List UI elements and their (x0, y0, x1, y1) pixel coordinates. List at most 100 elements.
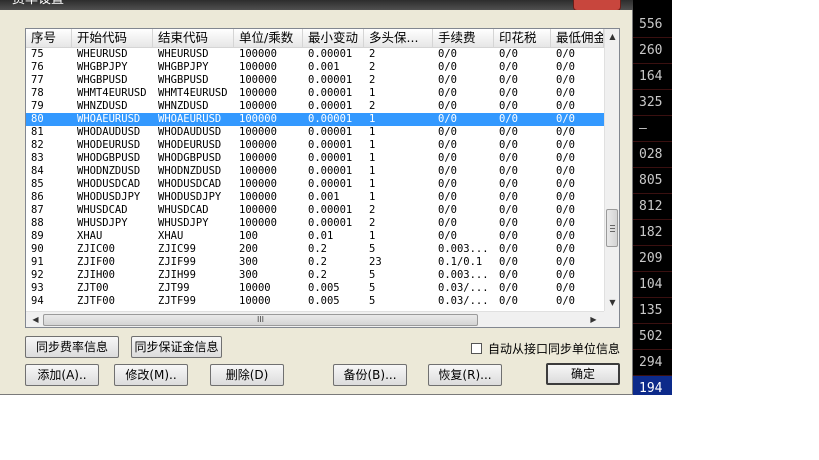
sync-fee-button[interactable]: 同步费率信息 (25, 336, 119, 358)
table-cell: 0.03/... (438, 282, 489, 294)
sync-margin-button[interactable]: 同步保证金信息 (131, 336, 222, 358)
table-cell: 0/0 (438, 87, 457, 99)
table-cell: WHODUSDJPY (158, 191, 222, 203)
fee-settings-dialog: 费率设置 序号开始代码结束代码单位/乘数最小变动多头保...手续费印花税最低佣金… (0, 0, 633, 395)
table-cell: 5 (369, 295, 376, 307)
background-quote-value: 294 (633, 350, 672, 376)
table-cell: WHODUSDCAD (158, 178, 222, 190)
column-header[interactable]: 多头保... (364, 29, 433, 47)
table-cell: 100000 (239, 217, 277, 229)
table-row[interactable]: 89 XHAU XHAU 100 0.01 1 0/0 0/0 0/0 (26, 230, 604, 243)
table-row[interactable]: 90 ZJIC00 ZJIC99 200 0.2 5 0.003... 0/0 0/0 (26, 243, 604, 256)
background-quote-value: 164 (633, 64, 672, 90)
vertical-scrollbar[interactable]: ▲ ▼ (604, 29, 619, 311)
table-cell: 0/0 (556, 230, 575, 242)
background-quote-value: 135 (633, 298, 672, 324)
table-row[interactable]: 94 ZJTF00 ZJTF99 10000 0.005 5 0.03/... 0/0 0/0 (26, 295, 604, 308)
delete-button[interactable]: 删除(D) (210, 364, 284, 386)
horizontal-scrollbar[interactable]: ◀ III ▶ (26, 311, 604, 327)
column-header[interactable]: 结束代码 (153, 29, 234, 47)
table-row[interactable]: 75 WHEURUSD WHEURUSD 100000 0.00001 2 0/0 0/0 0/… (26, 48, 604, 61)
table-cell: 84 (31, 165, 44, 177)
table-cell: 0/0 (438, 152, 457, 164)
scroll-down-arrow-icon[interactable]: ▼ (605, 295, 619, 310)
table-cell: WHODNZDUSD (77, 165, 141, 177)
auto-sync-unit-option[interactable]: 自动从接口同步单位信息 (471, 340, 620, 356)
table-cell: WHODGBPUSD (158, 152, 222, 164)
table-cell: XHAU (158, 230, 184, 242)
table-cell: 83 (31, 152, 44, 164)
backup-button[interactable]: 备份(B)... (333, 364, 407, 386)
table-cell: 0.2 (308, 256, 327, 268)
restore-button[interactable]: 恢复(R)... (428, 364, 502, 386)
table-row[interactable]: 91 ZJIF00 ZJIF99 300 0.2 23 0.1/0.1 0/0 0/0 (26, 256, 604, 269)
table-row[interactable]: 93 ZJT00 ZJT99 10000 0.005 5 0.03/... 0/0 0/0 (26, 282, 604, 295)
table-cell: 0.00001 (308, 204, 353, 216)
table-cell: 79 (31, 100, 44, 112)
column-header[interactable]: 单位/乘数 (234, 29, 303, 47)
table-row[interactable]: 79 WHNZDUSD WHNZDUSD 100000 0.00001 2 0/0 0/0 0/… (26, 100, 604, 113)
table-cell: 0.001 (308, 61, 340, 73)
scroll-up-arrow-icon[interactable]: ▲ (605, 29, 619, 44)
auto-sync-label: 自动从接口同步单位信息 (488, 341, 621, 356)
column-header[interactable]: 最小变动 (303, 29, 364, 47)
column-header[interactable]: 印花税 (494, 29, 551, 47)
table-cell: 2 (369, 204, 376, 216)
table-cell: ZJTF00 (77, 295, 115, 307)
table-cell: 1 (369, 126, 376, 138)
table-cell: 0.01 (308, 230, 334, 242)
table-row[interactable]: 92 ZJIH00 ZJIH99 300 0.2 5 0.003... 0/0 0/0 (26, 269, 604, 282)
table-cell: 0/0 (438, 165, 457, 177)
scroll-left-arrow-icon[interactable]: ◀ (28, 312, 43, 327)
table-cell: ZJT00 (77, 282, 109, 294)
table-row[interactable]: 88 WHUSDJPY WHUSDJPY 100000 0.00001 2 0/0 0/0 0/… (26, 217, 604, 230)
table-cell: 2 (369, 74, 376, 86)
table-cell: 0/0 (499, 100, 518, 112)
table-cell: 87 (31, 204, 44, 216)
table-cell: 0.00001 (308, 113, 353, 125)
list-header: 序号 开始代码 结束代码 单位/乘数 最小变动 多头保... 手续费 印花税 最低佣金 (26, 29, 604, 48)
table-row[interactable]: 85 WHODUSDCAD WHODUSDCAD 100000 0.00001 1 0/0 0… (26, 178, 604, 191)
table-row[interactable]: 83 WHODGBPUSD WHODGBPUSD 100000 0.00001 1 0/0 0… (26, 152, 604, 165)
table-cell: 0.003... (438, 269, 489, 281)
table-cell: WHGBPJPY (158, 61, 209, 73)
table-row[interactable]: 87 WHUSDCAD WHUSDCAD 100000 0.00001 2 0/0 0/0 0/… (26, 204, 604, 217)
table-row[interactable]: 84 WHODNZDUSD WHODNZDUSD 100000 0.00001 1 0/0 0… (26, 165, 604, 178)
auto-sync-checkbox[interactable] (471, 342, 482, 354)
edit-button[interactable]: 修改(M).. (114, 364, 188, 386)
table-cell: 100000 (239, 113, 277, 125)
column-header[interactable]: 最低佣金 (551, 29, 604, 47)
table-cell: 0.00001 (308, 74, 353, 86)
table-cell: 0/0 (556, 139, 575, 151)
table-cell: 1 (369, 230, 376, 242)
column-header[interactable]: 开始代码 (72, 29, 153, 47)
vertical-scroll-thumb[interactable] (606, 209, 618, 247)
table-cell: 0/0 (556, 113, 575, 125)
close-button[interactable] (573, 0, 621, 10)
table-cell: WHODUSDCAD (77, 178, 141, 190)
column-header[interactable]: 手续费 (433, 29, 494, 47)
column-header[interactable]: 序号 (26, 29, 72, 47)
table-cell: 0.00001 (308, 178, 353, 190)
table-row[interactable]: 86 WHODUSDJPY WHODUSDJPY 100000 0.001 1 0/0 0/0… (26, 191, 604, 204)
table-cell: 100000 (239, 152, 277, 164)
list-rows: 75 WHEURUSD WHEURUSD 100000 0.00001 2 0/0 0/0 0/… (26, 48, 604, 308)
table-row[interactable]: 80 WHOAEURUSD WHOAEURUSD 100000 0.00001 1 0/0 0… (26, 113, 604, 126)
title-bar: 费率设置 (0, 0, 633, 10)
table-row[interactable]: 78 WHMT4EURUSD WHMT4EURUSD 100000 0.00001 1 0/… (26, 87, 604, 100)
add-button[interactable]: 添加(A).. (25, 364, 99, 386)
table-row[interactable]: 82 WHODEURUSD WHODEURUSD 100000 0.00001 1 0/0 0… (26, 139, 604, 152)
table-cell: 100000 (239, 48, 277, 60)
scroll-right-arrow-icon[interactable]: ▶ (586, 312, 601, 327)
table-row[interactable]: 77 WHGBPUSD WHGBPUSD 100000 0.00001 2 0/0 0/0 0/… (26, 74, 604, 87)
table-row[interactable]: 76 WHGBPJPY WHGBPJPY 100000 0.001 2 0/0 0/0 0/0 (26, 61, 604, 74)
ok-button[interactable]: 确定 (546, 363, 620, 385)
background-quote-value: 182 (633, 220, 672, 246)
table-cell: 0/0 (556, 191, 575, 203)
table-cell: 0.2 (308, 243, 327, 255)
horizontal-scroll-thumb[interactable]: III (43, 314, 478, 326)
table-row[interactable]: 81 WHODAUDUSD WHODAUDUSD 100000 0.00001 1 0/0 0… (26, 126, 604, 139)
scrollbar-corner (604, 311, 619, 327)
fee-list-view[interactable]: 序号 开始代码 结束代码 单位/乘数 最小变动 多头保... 手续费 印花税 最低佣金 75 WH… (25, 28, 620, 328)
table-cell: 1 (369, 165, 376, 177)
